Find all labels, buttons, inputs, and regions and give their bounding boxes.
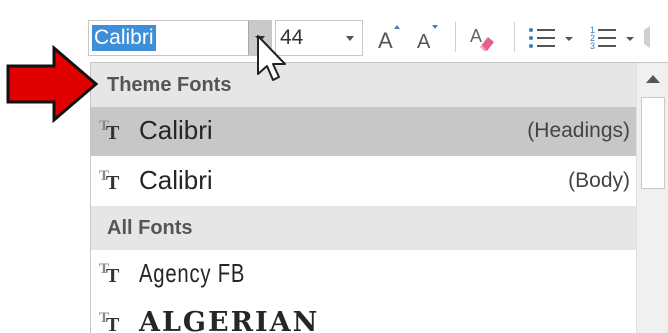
grow-font-glyph: A [378,28,393,53]
svg-text:3: 3 [590,41,595,51]
font-name-combobox[interactable]: Calibri [88,20,272,56]
font-item-label: Calibri [139,115,213,145]
scroll-up-button[interactable] [637,63,668,95]
font-name-input[interactable]: Calibri [92,25,156,51]
truetype-font-icon: TT [99,118,120,144]
shrink-font-glyph: A [417,31,431,53]
numbering-icon[interactable]: 1 2 3 [590,20,650,54]
font-item-agency-fb[interactable]: TT Agency FB [91,250,636,299]
chevron-up-icon [646,75,660,83]
scrollbar-thumb[interactable] [641,97,665,189]
font-item-label: ALGERIAN [139,307,320,333]
font-item-calibri-headings[interactable]: TT Calibri (Headings) [91,107,636,156]
section-header-all-fonts: All Fonts [91,206,636,250]
grow-font-icon[interactable]: A [377,20,403,54]
mouse-cursor-icon [257,35,286,81]
bullets-icon[interactable] [527,20,579,54]
font-item-note: (Body) [568,169,630,192]
red-arrow-annotation [6,44,99,124]
shrink-font-icon[interactable]: A [416,20,442,54]
font-item-calibri-body[interactable]: TT Calibri (Body) [91,157,636,206]
font-ribbon: Calibri 44 A A A 1 2 3 [0,0,668,62]
font-item-label: Agency FB [139,258,246,288]
ribbon-separator [455,22,456,52]
clear-formatting-icon[interactable]: A [468,20,498,54]
section-header-theme-fonts: Theme Fonts [91,63,636,107]
font-item-algerian[interactable]: TT ALGERIAN [91,299,636,333]
vertical-scrollbar[interactable] [636,63,668,333]
svg-text:A: A [470,26,482,46]
ribbon-separator [514,22,515,52]
font-dropdown-list[interactable]: Theme Fonts TT Calibri (Headings) TT Cal… [90,62,668,333]
truetype-font-icon: TT [99,310,120,333]
truetype-font-icon: TT [99,168,120,194]
font-item-label: Calibri [139,165,213,195]
truetype-font-icon: TT [99,261,120,287]
chevron-down-icon[interactable] [346,36,354,41]
font-item-note: (Headings) [527,119,630,142]
